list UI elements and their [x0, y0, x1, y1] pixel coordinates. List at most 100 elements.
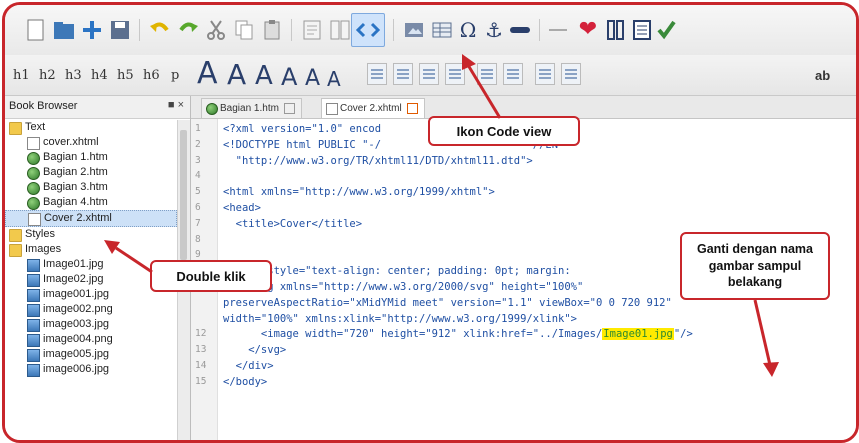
image-file-icon	[27, 274, 40, 287]
text-format-button[interactable]: ab	[815, 64, 830, 86]
folder-icon	[9, 244, 22, 257]
code-line: <html xmlns="http://www.w3.org/1999/xhtm…	[223, 186, 495, 198]
line-number: 4	[195, 170, 201, 182]
paragraph-button[interactable]: p	[171, 64, 179, 86]
add-file-icon[interactable]	[79, 17, 105, 43]
open-folder-icon[interactable]	[51, 17, 77, 43]
image-icon[interactable]	[401, 17, 427, 43]
image-file-icon	[27, 319, 40, 332]
toc-icon[interactable]	[629, 17, 655, 43]
omega-icon[interactable]: Ω	[455, 17, 481, 43]
image-file-icon	[27, 259, 40, 272]
code-text: </body>	[223, 375, 268, 388]
tree-item-label: image001.jpg	[43, 288, 110, 300]
align-right-icon[interactable]	[419, 63, 439, 85]
font-size-a4-button[interactable]: A	[281, 57, 297, 91]
line-number: 3	[195, 154, 201, 166]
code-text: width="100%" xmlns:xlink="http://www.w3.…	[223, 312, 578, 325]
line-number: 14	[195, 360, 207, 371]
code-line: </body>	[223, 376, 267, 388]
table-icon[interactable]	[429, 17, 455, 43]
tree-file[interactable]: Bagian 1.htm	[5, 150, 177, 165]
code-text: <title>Cover</title>	[223, 217, 363, 230]
code-text: <div style="text-align: center; padding:…	[223, 265, 571, 278]
font-size-a3-button[interactable]: A	[255, 57, 273, 91]
anchor-icon[interactable]: ⚓	[481, 17, 507, 43]
line-number: 1	[195, 123, 201, 134]
code-text: "http://www.w3.org/TR/xhtml11/DTD/xhtml1…	[223, 154, 533, 167]
tab-label: Bagian 1.htm	[220, 103, 279, 114]
book-browser-title: Book Browser	[9, 100, 78, 112]
font-size-a6-button[interactable]: A	[327, 57, 341, 91]
code-line: "http://www.w3.org/TR/xhtml11/DTD/xhtml1…	[223, 155, 533, 167]
tree-item-label: Images	[25, 243, 62, 255]
font-size-a2-button[interactable]: A	[227, 57, 246, 91]
tree-file[interactable]: Bagian 2.htm	[5, 165, 177, 180]
paste-icon[interactable]	[259, 17, 285, 43]
tree-folder[interactable]: Styles	[5, 227, 177, 242]
font-size-a5-button[interactable]: A	[305, 57, 320, 91]
tree-file[interactable]: image003.jpg	[5, 317, 177, 332]
tree-folder[interactable]: Text	[5, 120, 177, 135]
heading-5-button[interactable]: h5	[117, 64, 134, 86]
numbered-list-icon[interactable]	[503, 63, 523, 85]
tree-file[interactable]: Cover 2.xhtml	[5, 210, 177, 227]
document-icon	[28, 213, 41, 226]
align-justify-icon[interactable]	[445, 63, 465, 85]
indent-icon[interactable]	[535, 63, 555, 85]
close-tab-icon[interactable]	[406, 102, 418, 114]
line-number: 15	[195, 375, 207, 387]
tree-file[interactable]: Bagian 4.htm	[5, 195, 177, 210]
tree-file[interactable]: image002.png	[5, 302, 177, 317]
copy-icon[interactable]	[231, 17, 257, 43]
code-view-icon[interactable]	[351, 13, 385, 47]
globe-icon	[206, 103, 218, 115]
heading-2-button[interactable]: h2	[39, 64, 56, 86]
highlighted-image-filename: Image01.jpg	[602, 328, 674, 341]
tree-item-label: cover.xhtml	[43, 136, 99, 148]
code-line: <image width="720" height="912" xlink:hr…	[223, 328, 693, 341]
new-file-icon[interactable]	[23, 17, 49, 43]
code-text: <html xmlns="http://www.w3.org/1999/xhtm…	[223, 186, 495, 199]
close-tab-icon[interactable]	[283, 102, 295, 114]
heading-6-button[interactable]: h6	[143, 64, 160, 86]
tree-folder[interactable]: Images	[5, 242, 177, 257]
hr-icon[interactable]	[545, 17, 571, 43]
redo-icon[interactable]	[175, 17, 201, 43]
font-size-a1-button[interactable]: A	[197, 56, 218, 91]
heading-1-button[interactable]: h1	[13, 64, 30, 86]
tree-item-label: Bagian 1.htm	[43, 151, 108, 163]
book-view-icon[interactable]	[299, 17, 325, 43]
tree-file[interactable]: image006.jpg	[5, 362, 177, 377]
line-number: 7	[195, 217, 201, 229]
code-text: <image width="720" height="912" xlink:hr…	[223, 328, 603, 341]
code-text: </svg>	[223, 344, 287, 357]
heading-3-button[interactable]: h3	[65, 64, 82, 86]
tree-item-label: Styles	[25, 228, 55, 240]
callout-double-click: Double klik	[150, 260, 272, 292]
heading-4-button[interactable]: h4	[91, 64, 108, 86]
tree-item-label: Bagian 4.htm	[43, 196, 108, 208]
tree-file[interactable]: image004.png	[5, 332, 177, 347]
heart-icon[interactable]: ❤	[575, 17, 601, 43]
save-icon[interactable]	[107, 17, 133, 43]
cut-icon[interactable]	[203, 17, 229, 43]
tab-cover-2[interactable]: Cover 2.xhtml	[321, 98, 425, 118]
panel-controls[interactable]: ■ ×	[168, 99, 184, 111]
globe-icon	[27, 182, 40, 195]
tree-file[interactable]: image005.jpg	[5, 347, 177, 362]
metadata-icon[interactable]	[603, 17, 629, 43]
align-center-icon[interactable]	[393, 63, 413, 85]
link-icon[interactable]	[507, 17, 533, 43]
tree-file[interactable]: Bagian 3.htm	[5, 180, 177, 195]
bullet-list-icon[interactable]	[477, 63, 497, 85]
globe-icon	[27, 152, 40, 165]
undo-icon[interactable]	[147, 17, 173, 43]
tab-bagian-1[interactable]: Bagian 1.htm	[201, 98, 302, 118]
check-icon[interactable]	[653, 17, 679, 43]
align-left-icon[interactable]	[367, 63, 387, 85]
tree-item-label: Image01.jpg	[43, 258, 104, 270]
split-view-icon[interactable]	[327, 17, 353, 43]
tree-file[interactable]: cover.xhtml	[5, 135, 177, 150]
outdent-icon[interactable]	[561, 63, 581, 85]
